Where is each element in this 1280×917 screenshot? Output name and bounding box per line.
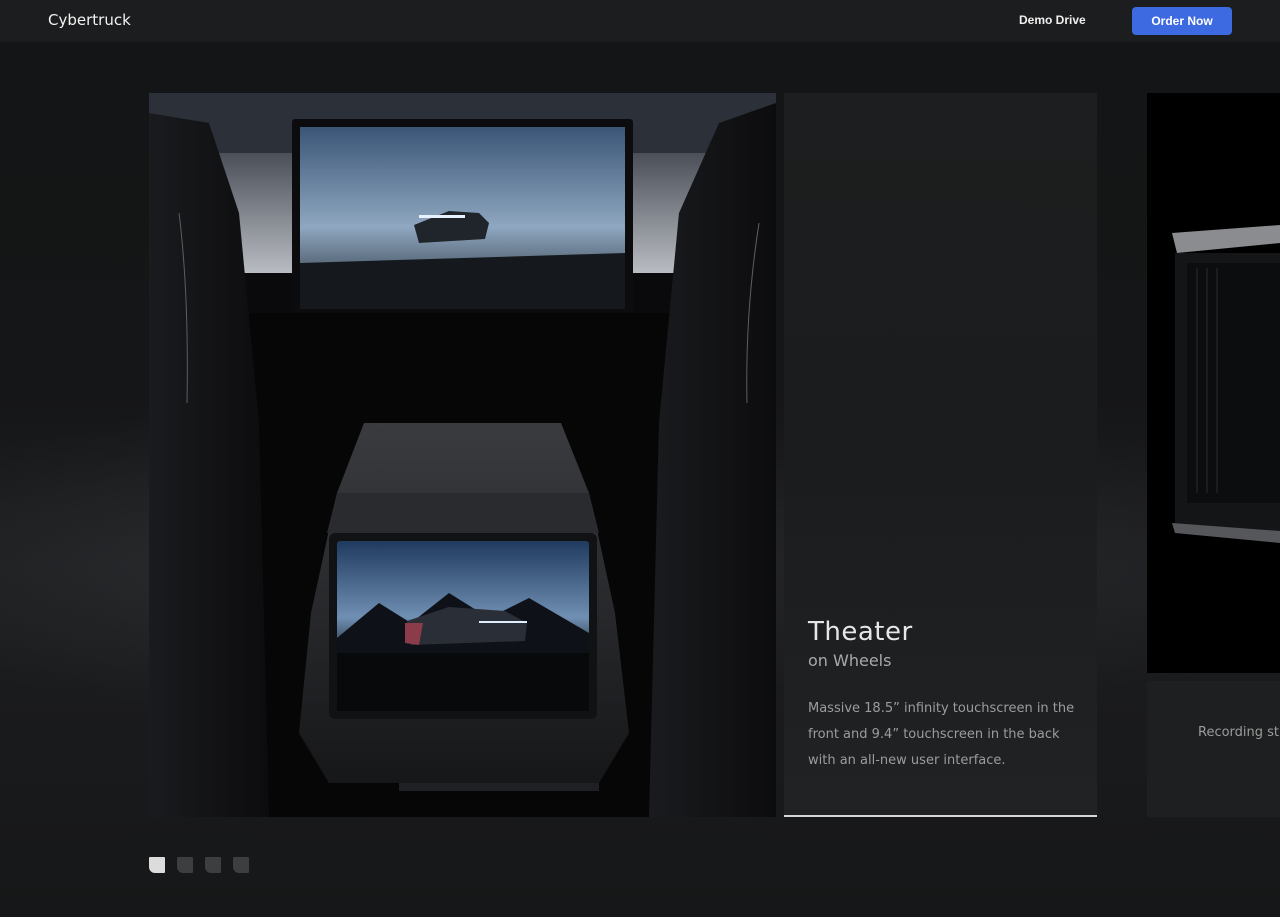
slide-subtitle: on Wheels: [808, 651, 892, 670]
slide-progress-bar: [784, 815, 1097, 817]
brand-logo[interactable]: Cybertruck: [48, 11, 131, 29]
pagination-dot-1[interactable]: [149, 857, 165, 873]
slide-info-panel: Theater on Wheels Massive 18.5” infinity…: [784, 93, 1097, 817]
next-slide-description: Recording st: [1198, 725, 1280, 740]
order-now-button[interactable]: Order Now: [1132, 7, 1232, 35]
pagination-dot-4[interactable]: [233, 857, 249, 873]
slide-title: Theater: [808, 617, 913, 647]
top-navigation: Cybertruck Demo Drive Order Now: [0, 0, 1280, 42]
slide-image-theater: [149, 93, 776, 817]
next-slide-panel[interactable]: Recording st: [1147, 681, 1280, 817]
demo-drive-link[interactable]: Demo Drive: [1019, 13, 1086, 27]
slide-description: Massive 18.5” infinity touchscreen in th…: [808, 701, 1075, 768]
pagination-dot-3[interactable]: [205, 857, 221, 873]
cabin-illustration: [149, 93, 776, 817]
carousel-pagination: [149, 857, 249, 873]
next-slide-image[interactable]: [1147, 93, 1280, 673]
next-slide-illustration: [1172, 225, 1280, 543]
pagination-dot-2[interactable]: [177, 857, 193, 873]
